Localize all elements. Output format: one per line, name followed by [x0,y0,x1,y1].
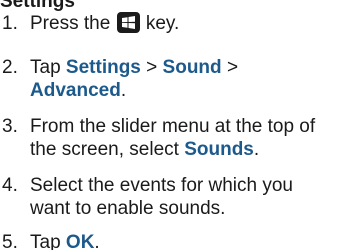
step-number: 1. [2,13,18,34]
ok-keyword: OK [65,232,95,250]
step-text-part: Tap [30,232,61,250]
manual-page: Settings 1. Press the key. 2. Tap Settin… [0,0,346,250]
step-text-part: From the slider menu at the top of [30,116,316,137]
step-text: Press the key. [30,12,346,35]
advanced-keyword: Advanced [30,80,121,101]
step-text: Tap OK. [30,231,346,250]
step-text-part: . [253,139,260,160]
step-number: 5. [2,232,18,250]
separator: > [146,57,158,78]
step-text: Select the events for which you want to e… [30,174,346,220]
windows-key-icon [116,12,140,33]
step-number: 4. [2,175,18,196]
step-text-part: Tap [30,57,61,78]
separator: > [226,57,239,78]
step-text-part: Press the [30,13,111,34]
step-text-part: . [94,232,100,250]
step-number: 2. [2,57,18,78]
sound-keyword: Sound [162,57,222,78]
step-text-part: key. [145,13,180,34]
settings-keyword: Settings [65,57,141,78]
step-text-part: want to enable sounds. [30,198,226,219]
sounds-keyword: Sounds [184,139,254,160]
step-number: 3. [2,116,18,137]
step-text: Tap Settings > Sound > Advanced. [30,56,346,102]
step-text-part: . [120,80,127,101]
step-text-part: Select the events for which you [30,175,293,196]
step-text: From the slider menu at the top of the sc… [30,115,346,161]
step-text-part: the screen, select [30,139,179,160]
